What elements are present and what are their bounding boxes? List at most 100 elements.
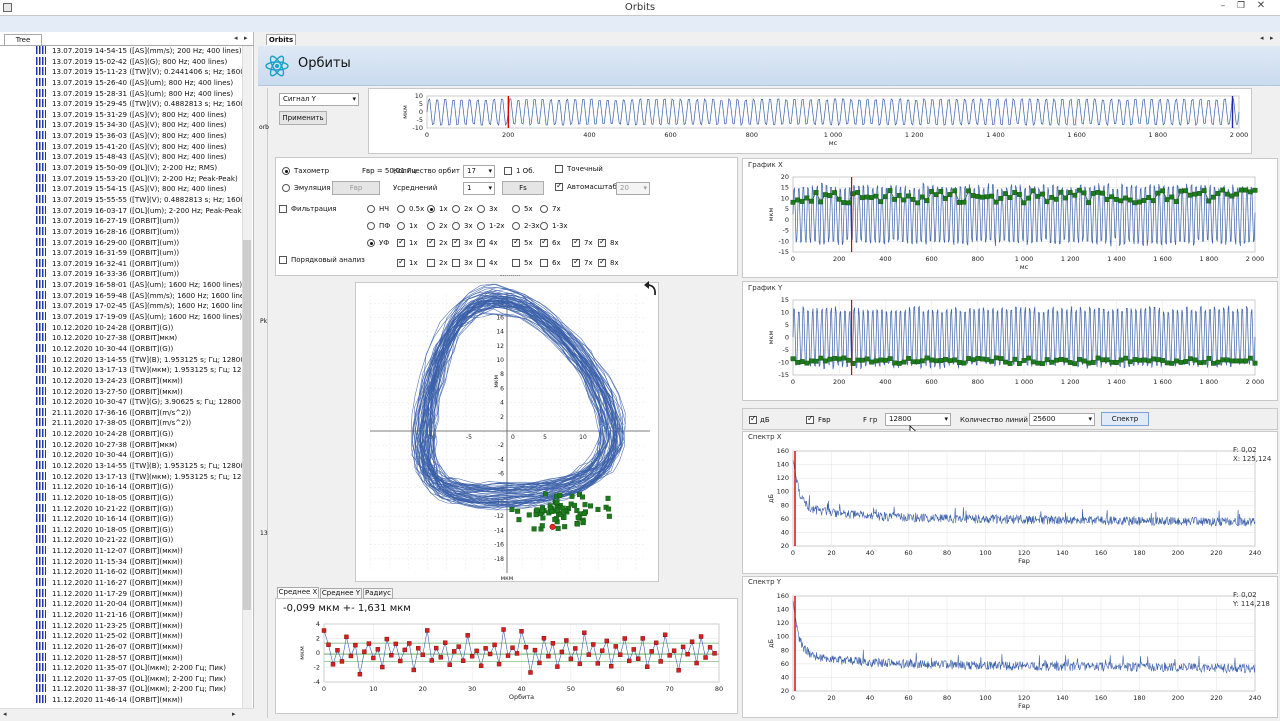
tracking-radio[interactable] [367, 239, 375, 247]
tree-item[interactable]: 11.12.2020 10-16-14 ([ORBIT](G)) [36, 482, 242, 493]
emulation-radio[interactable] [282, 184, 290, 192]
filter-lp-2x-radio[interactable] [452, 205, 460, 213]
harmonic-3x-checkbox[interactable] [452, 237, 460, 247]
tree-item[interactable]: 21.11.2020 17-38-05 ([ORBIT](m/s^2)) [36, 418, 242, 429]
filter-lp-1x-radio[interactable] [427, 205, 435, 213]
harmonic-1x-checkbox[interactable] [397, 237, 405, 247]
tree-item[interactable]: 11.12.2020 11-16-02 ([ORBIT](мкм)) [36, 567, 242, 578]
order-5x-checkbox[interactable] [512, 259, 520, 267]
tree-item[interactable]: 11.12.2020 11-12-07 ([ORBIT](мкм)) [36, 546, 242, 557]
tree-item[interactable]: 13.07.2019 16-29-00 ([ORBIT](um)) [36, 237, 242, 249]
order-4x-checkbox[interactable] [477, 259, 485, 267]
filter-lp-5x-radio[interactable] [512, 205, 520, 213]
close-button[interactable]: ✕ [1254, 0, 1268, 11]
avg-spinner[interactable]: 1 [463, 182, 495, 195]
filter-lp-0.5x-radio[interactable] [397, 205, 405, 213]
tree-item[interactable]: 13.07.2019 15-28-31 ([AS](um); 800 Hz; 4… [36, 88, 242, 100]
filter-bp-1-3x-radio[interactable] [540, 222, 548, 230]
filter-lp-3x-radio[interactable] [477, 205, 485, 213]
filter-lp-7x-radio[interactable] [540, 205, 548, 213]
tree-item[interactable]: 10.12.2020 10-24-28 ([ORBIT](G)) [36, 322, 242, 334]
tree-item[interactable]: 10.12.2020 13-17-13 ([TW](мкм); 1.953125… [36, 365, 242, 376]
tree-item[interactable]: 11.12.2020 10-18-05 ([ORBIT](G)) [36, 492, 242, 504]
tree-item[interactable]: 11.12.2020 11-16-27 ([ORBIT](мкм)) [36, 578, 242, 589]
tree-item[interactable]: 13.07.2019 16-32-41 ([ORBIT](um)) [36, 258, 242, 270]
tree-item[interactable]: 11.12.2020 10-16-14 ([ORBIT](G)) [36, 514, 242, 525]
tree-item[interactable]: 11.12.2020 11-17-29 ([ORBIT](мкм)) [36, 588, 242, 600]
tree-item[interactable]: 11.12.2020 11-20-04 ([ORBIT](мкм)) [36, 599, 242, 610]
tab-radius[interactable]: Радиус [363, 588, 393, 599]
tree-item[interactable]: 10.12.2020 13-14-55 ([TW](B); 1.953125 s… [36, 354, 242, 366]
tree-item[interactable]: 10.12.2020 10-30-44 ([ORBIT](G)) [36, 450, 242, 461]
tree-item[interactable]: 10.12.2020 13-14-55 ([TW](B); 1.953125 s… [36, 460, 242, 472]
lines-select[interactable]: 25600 [1029, 413, 1095, 426]
tree-item[interactable]: 11.12.2020 11-38-37 ([OL](мкм); 2-200 Гц… [36, 684, 242, 695]
tree-item[interactable]: 11.12.2020 11-23-25 ([ORBIT](мкм)) [36, 620, 242, 632]
tree-item[interactable]: 10.12.2020 13-27-50 ([ORBIT](мкм)) [36, 386, 242, 398]
harmonic-8x-checkbox[interactable] [598, 237, 606, 247]
harmonic-5x-checkbox[interactable] [512, 237, 520, 247]
tree-scroll-thumb[interactable] [243, 240, 251, 610]
tree-item[interactable]: 13.07.2019 15-55-55 ([TW](V); 0.4882813 … [36, 194, 242, 206]
order-8x-checkbox[interactable] [598, 257, 606, 267]
scroll-right-icon[interactable]: ▸ [232, 710, 236, 718]
tree-item[interactable]: 13.07.2019 16-03-17 ([OL](um); 2-200 Hz;… [36, 205, 242, 217]
order-6x-checkbox[interactable] [540, 259, 548, 267]
tree-item[interactable]: 13.07.2019 16-31-59 ([ORBIT](um)) [36, 248, 242, 259]
order-1x-checkbox[interactable] [397, 257, 405, 267]
apply-button[interactable]: Применить [279, 111, 327, 125]
tree-item[interactable]: 11.12.2020 11-15-34 ([ORBIT](мкм)) [36, 556, 242, 568]
tree-item[interactable]: 13.07.2019 17-02-45 ([AS](mm/s); 1600 Hz… [36, 301, 242, 312]
doc-scroll-right-icon[interactable]: ▸ [1270, 34, 1274, 42]
tree-item[interactable]: 11.12.2020 11-21-16 ([ORBIT](мкм)) [36, 609, 242, 621]
minimize-button[interactable]: – [1216, 1, 1230, 11]
splitter-grip[interactable] [500, 275, 520, 277]
tree-item[interactable]: 13.07.2019 16-33-36 ([ORBIT](um)) [36, 269, 242, 280]
filter-bp-1x-radio[interactable] [397, 222, 405, 230]
tree-item[interactable]: 11.12.2020 11-26-07 ([ORBIT](мкм)) [36, 641, 242, 653]
tacho-radio[interactable] [282, 167, 290, 175]
filter-bp-2-3x-radio[interactable] [512, 222, 520, 230]
tree-item[interactable]: 11.12.2020 10-21-22 ([ORBIT](G)) [36, 535, 242, 546]
tree-item[interactable]: 13.07.2019 15-48-43 ([AS](V); 800 Hz; 40… [36, 152, 242, 163]
tab-scroll-right-icon[interactable]: ▸ [244, 34, 248, 42]
tree-item[interactable]: 11.12.2020 11-35-07 ([OL](мкм); 2-200 Гц… [36, 663, 242, 674]
tree-item[interactable]: 13.07.2019 15-31-29 ([AS](V); 800 Hz; 40… [36, 109, 242, 121]
harmonic-2x-checkbox[interactable] [427, 237, 435, 247]
tree-item[interactable]: 11.12.2020 10-21-22 ([ORBIT](G)) [36, 503, 242, 515]
tree-item[interactable]: 10.12.2020 13-17-13 ([TW](мкм); 1.953125… [36, 471, 242, 483]
scroll-left-icon[interactable]: ◂ [3, 710, 7, 718]
tree-item[interactable]: 10.12.2020 10-27-38 ([ORBIT]мкм) [36, 333, 242, 344]
tree-item[interactable]: 13.07.2019 16-58-01 ([AS](um); 1600 Hz; … [36, 280, 242, 291]
autoscale-checkbox[interactable] [555, 181, 563, 191]
order-2x-checkbox[interactable] [427, 259, 435, 267]
orbit-count-spinner[interactable]: 17 [463, 165, 495, 178]
tree-item[interactable]: 13.07.2019 15-54-15 ([AS](V); 800 Hz; 40… [36, 184, 242, 195]
tree-item[interactable]: 13.07.2019 15-29-45 ([TW](V); 0.4882813 … [36, 99, 242, 110]
tree-item[interactable]: 13.07.2019 15-34-30 ([AS](V); 800 Hz; 40… [36, 120, 242, 131]
undo-icon[interactable] [641, 279, 659, 297]
tree-item[interactable]: 13.07.2019 17-19-09 ([AS](um); 1600 Hz; … [36, 312, 242, 323]
tree-item[interactable]: 11.12.2020 10-18-05 ([ORBIT](G)) [36, 524, 242, 536]
tab-tree[interactable]: Tree [4, 34, 42, 45]
db-checkbox[interactable] [749, 414, 757, 424]
doc-scroll-left-icon[interactable]: ◂ [1260, 34, 1264, 42]
dotted-checkbox[interactable] [555, 165, 563, 173]
tree-item[interactable]: 13.07.2019 15-36-03 ([AS](V); 800 Hz; 40… [36, 131, 242, 142]
tree-item[interactable]: 10.12.2020 10-30-44 ([ORBIT](G)) [36, 343, 242, 355]
tree-item[interactable]: 13.07.2019 14-54-15 ([AS](mm/s); 200 Hz;… [36, 46, 242, 57]
tree-item[interactable]: 13.07.2019 15-02-42 ([AS](G); 800 Hz; 40… [36, 56, 242, 68]
filter-bp-1-2x-radio[interactable] [477, 222, 485, 230]
one-rev-checkbox[interactable] [504, 167, 512, 175]
harmonic-4x-checkbox[interactable] [477, 237, 485, 247]
tab-scroll-left-icon[interactable]: ◂ [234, 34, 238, 42]
tree-item[interactable]: 10.12.2020 13-24-23 ([ORBIT](мкм)) [36, 375, 242, 387]
fs-button[interactable]: Fs [502, 181, 544, 195]
signal-select[interactable]: Сигнал Y [279, 93, 359, 106]
bandpass-radio[interactable] [367, 222, 375, 230]
order-analysis-checkbox[interactable] [279, 256, 287, 264]
filter-bp-3x-radio[interactable] [452, 222, 460, 230]
tree-item[interactable]: 10.12.2020 10-27-38 ([ORBIT]мкм) [36, 439, 242, 451]
tree-item[interactable]: 13.07.2019 15-41-20 ([AS](V); 800 Hz; 40… [36, 141, 242, 153]
tab-orbits[interactable]: Orbits [266, 34, 296, 45]
